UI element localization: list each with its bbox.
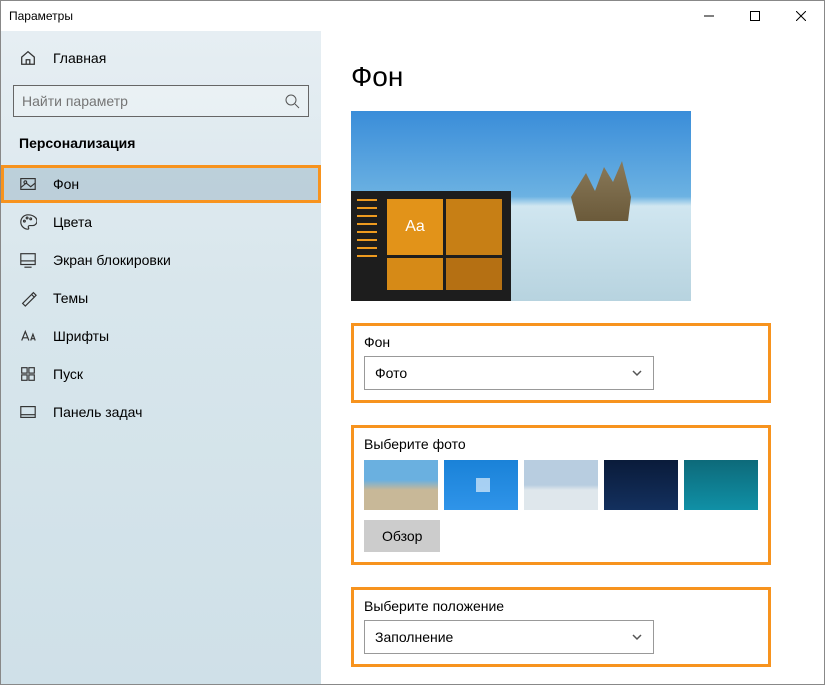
window-buttons xyxy=(686,1,824,31)
category-title: Персонализация xyxy=(1,135,321,165)
chevron-down-icon xyxy=(631,631,643,643)
photo-thumb[interactable] xyxy=(604,460,678,510)
fit-group: Выберите положение Заполнение xyxy=(351,587,771,667)
sidebar-item-themes[interactable]: Темы xyxy=(1,279,321,317)
search-icon xyxy=(284,93,300,109)
home-label: Главная xyxy=(53,50,106,66)
background-dropdown[interactable]: Фото xyxy=(364,356,654,390)
picture-icon xyxy=(19,175,37,193)
sidebar-item-fonts[interactable]: Шрифты xyxy=(1,317,321,355)
sidebar-item-label: Темы xyxy=(53,290,88,306)
home-link[interactable]: Главная xyxy=(1,43,321,81)
sidebar-item-label: Шрифты xyxy=(53,328,109,344)
sidebar-item-label: Экран блокировки xyxy=(53,252,171,268)
sidebar-item-taskbar[interactable]: Панель задач xyxy=(1,393,321,431)
browse-button[interactable]: Обзор xyxy=(364,520,440,552)
sidebar-item-lockscreen[interactable]: Экран блокировки xyxy=(1,241,321,279)
fonts-icon xyxy=(19,327,37,345)
fit-value: Заполнение xyxy=(375,629,453,645)
titlebar: Параметры xyxy=(1,1,824,31)
sidebar: Главная Персонализация Фон Цвета Экран б… xyxy=(1,31,321,684)
background-label: Фон xyxy=(364,334,758,350)
choose-photo-label: Выберите фото xyxy=(364,436,758,452)
photo-thumb[interactable] xyxy=(524,460,598,510)
sidebar-item-start[interactable]: Пуск xyxy=(1,355,321,393)
taskbar-icon xyxy=(19,403,37,421)
sidebar-item-label: Пуск xyxy=(53,366,83,382)
search-field[interactable] xyxy=(22,93,284,109)
themes-icon xyxy=(19,289,37,307)
choose-photo-group: Выберите фото Обзор xyxy=(351,425,771,565)
minimize-button[interactable] xyxy=(686,1,732,31)
sidebar-item-label: Цвета xyxy=(53,214,92,230)
sidebar-item-label: Панель задач xyxy=(53,404,142,420)
preview-tile-aa: Aa xyxy=(387,199,443,255)
sidebar-item-colors[interactable]: Цвета xyxy=(1,203,321,241)
fit-dropdown[interactable]: Заполнение xyxy=(364,620,654,654)
photo-thumb[interactable] xyxy=(364,460,438,510)
background-value: Фото xyxy=(375,365,407,381)
background-group: Фон Фото xyxy=(351,323,771,403)
window-title: Параметры xyxy=(9,9,73,23)
search-input[interactable] xyxy=(13,85,309,117)
photo-thumb[interactable] xyxy=(684,460,758,510)
desktop-preview: Aa xyxy=(351,111,691,301)
chevron-down-icon xyxy=(631,367,643,379)
fit-label: Выберите положение xyxy=(364,598,758,614)
maximize-button[interactable] xyxy=(732,1,778,31)
start-icon xyxy=(19,365,37,383)
page-title: Фон xyxy=(351,61,804,93)
sidebar-item-background[interactable]: Фон xyxy=(1,165,321,203)
sidebar-item-label: Фон xyxy=(53,176,79,192)
main-content: Фон Aa Фон Фото Выберите фото xyxy=(321,31,824,684)
close-button[interactable] xyxy=(778,1,824,31)
photo-thumbnails xyxy=(364,460,758,510)
lockscreen-icon xyxy=(19,251,37,269)
palette-icon xyxy=(19,213,37,231)
home-icon xyxy=(19,49,37,67)
photo-thumb[interactable] xyxy=(444,460,518,510)
